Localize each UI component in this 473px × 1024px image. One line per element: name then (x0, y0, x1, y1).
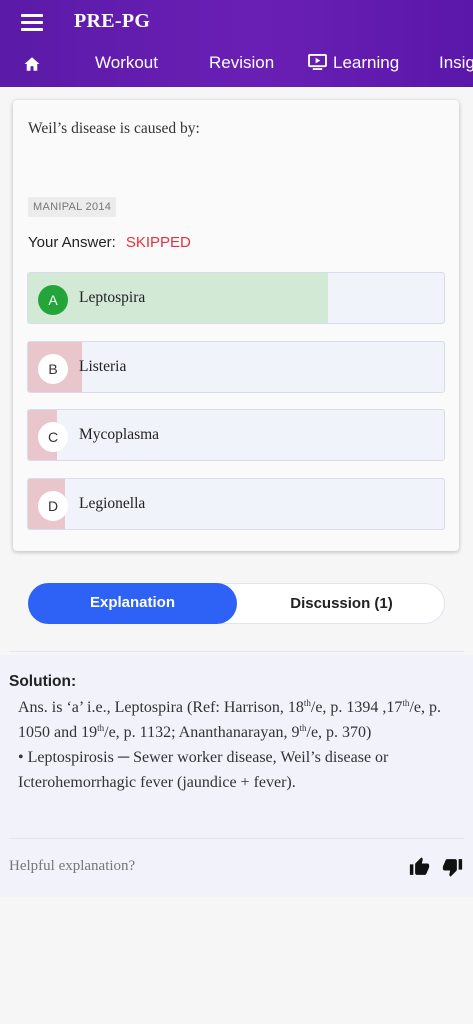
learning-icon (308, 54, 327, 70)
option-b[interactable]: B Listeria (27, 341, 445, 393)
solution-text-part: /e, p. 1132; Ananthanarayan, 9 (104, 724, 300, 741)
nav-bar: Workout Revision Learning Insig (0, 45, 473, 85)
option-b-badge: B (38, 354, 68, 384)
nav-item-learning[interactable]: Learning (308, 53, 399, 77)
option-d-label: Legionella (79, 495, 146, 512)
option-c-label: Mycoplasma (79, 426, 160, 443)
home-icon[interactable] (23, 55, 41, 73)
question-text: Weil’s disease is caused by: (28, 120, 200, 137)
explanation-tabs: Explanation Discussion (1) (28, 583, 445, 624)
option-c[interactable]: C Mycoplasma (27, 409, 445, 461)
option-d[interactable]: D Legionella (27, 478, 445, 530)
answer-status: SKIPPED (125, 234, 191, 251)
nav-item-revision[interactable]: Revision (209, 53, 274, 77)
option-c-badge: C (38, 422, 68, 452)
divider (9, 838, 464, 839)
option-a-fill (28, 273, 328, 323)
app-header: PRE-PG Workout Revision Learning Insig (0, 0, 473, 87)
solution-heading: Solution: (9, 673, 77, 690)
tab-discussion[interactable]: Discussion (1) (238, 584, 445, 625)
superscript: th (303, 698, 311, 708)
helpful-prompt: Helpful explanation? (9, 858, 136, 874)
solution-text-part: /e, p. 1394 ,17 (310, 699, 403, 716)
exam-tag: MANIPAL 2014 (28, 197, 117, 217)
your-answer-row: Your Answer: SKIPPED (28, 234, 191, 251)
tab-explanation[interactable]: Explanation (28, 583, 237, 624)
superscript: th (299, 723, 307, 733)
solution-bullet: • Leptospirosis ─ Sewer worker disease, … (18, 749, 389, 791)
option-a[interactable]: A Leptospira (27, 272, 445, 324)
top-bar: PRE-PG (0, 0, 473, 45)
option-a-label: Leptospira (79, 289, 146, 306)
question-card: Weil’s disease is caused by: MANIPAL 201… (13, 100, 459, 551)
app-title: PRE-PG (74, 10, 151, 32)
thumbs-up-icon[interactable] (409, 856, 430, 878)
option-b-label: Listeria (79, 358, 127, 375)
solution-text: Ans. is ‘a’ i.e., Leptospira (Ref: Harri… (18, 695, 450, 795)
nav-item-insights[interactable]: Insig (439, 53, 473, 77)
menu-icon[interactable] (21, 14, 43, 32)
thumbs-down-icon[interactable] (442, 856, 463, 878)
solution-text-part: Ans. is ‘a’ i.e., Leptospira (Ref: Harri… (18, 699, 304, 716)
nav-item-workout[interactable]: Workout (95, 53, 158, 77)
option-d-badge: D (38, 491, 68, 521)
solution-text-part: /e, p. 370) (306, 724, 372, 741)
your-answer-label: Your Answer: (28, 234, 116, 251)
nav-item-learning-label: Learning (333, 53, 400, 72)
option-a-badge: A (38, 285, 68, 315)
divider (9, 651, 464, 652)
